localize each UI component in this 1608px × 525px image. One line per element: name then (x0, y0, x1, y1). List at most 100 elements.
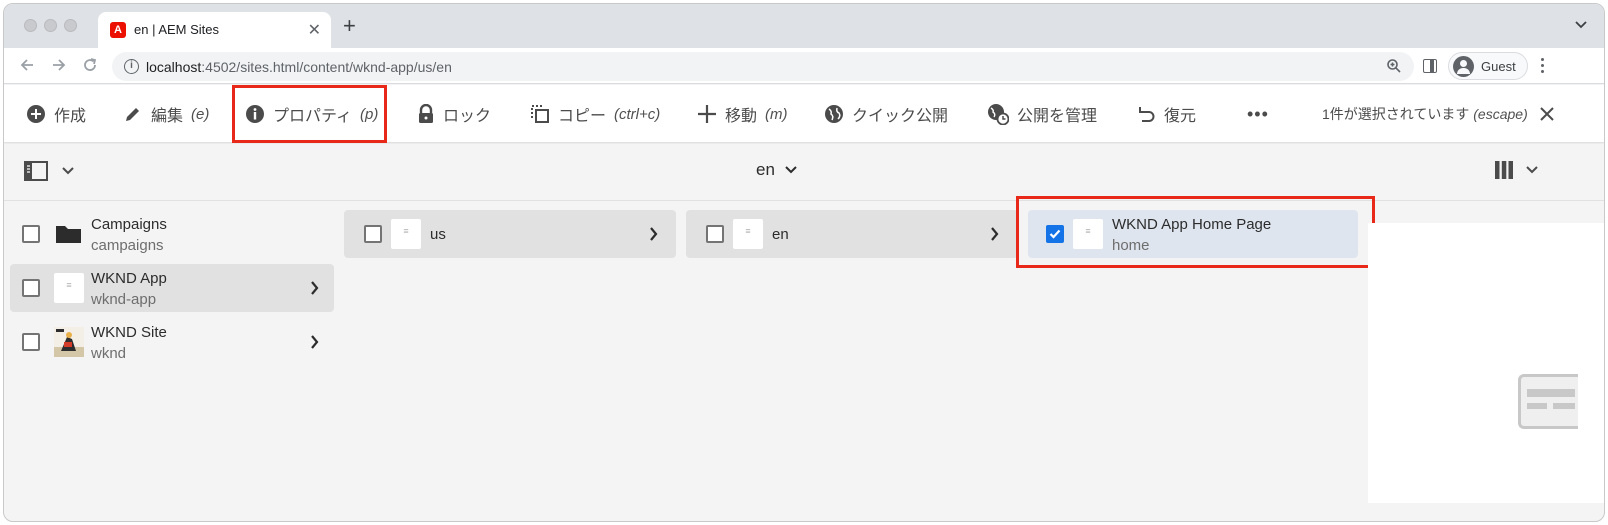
chevron-down-icon (785, 166, 797, 174)
item-title: Campaigns (91, 216, 167, 233)
more-icon: ••• (1247, 103, 1269, 124)
zoom-icon[interactable] (1386, 58, 1402, 74)
reload-icon[interactable] (81, 56, 99, 74)
chevron-right-icon[interactable] (990, 227, 999, 241)
selection-shortcut: (escape) (1473, 106, 1528, 122)
row-checkbox[interactable] (22, 333, 40, 351)
row-checkbox[interactable] (22, 279, 40, 297)
item-title: en (772, 226, 789, 243)
tab-strip: A en | AEM Sites ✕ + (4, 4, 1604, 48)
back-icon[interactable] (18, 56, 36, 74)
list-item-wknd-site[interactable]: WKND Site wknd (10, 318, 334, 366)
site-thumbnail (54, 327, 84, 357)
restore-button[interactable]: 復元 (1136, 85, 1196, 143)
globe-icon (825, 105, 843, 123)
more-actions-button[interactable]: ••• (1247, 85, 1269, 143)
chevron-right-icon[interactable] (310, 335, 319, 349)
item-name: campaigns (91, 237, 164, 254)
window-minimize-dot[interactable] (44, 19, 57, 32)
restore-label: 復元 (1164, 108, 1197, 125)
list-item-en[interactable]: en (686, 210, 1018, 258)
properties-button[interactable]: プロパティ (p) (245, 85, 378, 143)
page-thumbnail (391, 219, 421, 249)
site-info-icon[interactable]: i (124, 59, 139, 74)
properties-label: プロパティ (273, 108, 353, 125)
preview-card-icon (1518, 374, 1578, 429)
selection-status: 1件が選択されています (escape) (1322, 85, 1528, 143)
page-thumbnail (733, 219, 763, 249)
column-view-icon (1495, 161, 1513, 179)
move-shortcut: (m) (765, 105, 788, 123)
pencil-icon (126, 108, 139, 121)
forward-icon[interactable] (50, 56, 68, 74)
close-selection-icon[interactable] (1540, 107, 1554, 121)
selection-count-label: 1件が選択されています (1322, 106, 1470, 122)
browser-menu-icon[interactable] (1541, 58, 1545, 76)
preview-pane (1368, 223, 1604, 503)
card-icon (1527, 389, 1575, 409)
copy-icon (531, 105, 549, 123)
chevron-right-icon[interactable] (649, 227, 658, 241)
quick-publish-button[interactable]: クイック公開 (824, 85, 948, 143)
chevron-down-icon (62, 167, 74, 175)
view-switcher[interactable] (1494, 160, 1538, 180)
item-title: WKND App (91, 270, 167, 287)
item-title: us (430, 226, 446, 243)
tab-search-chevron-icon[interactable] (1574, 17, 1588, 31)
list-item-campaigns[interactable]: Campaigns campaigns (10, 210, 334, 258)
avatar-icon (1453, 56, 1474, 77)
browser-tab[interactable]: A en | AEM Sites ✕ (98, 12, 331, 48)
action-bar: 作成 編集 (e) プロパティ (p) ロック コピー (ctrl+c) 移動 … (4, 85, 1604, 143)
url-text[interactable]: localhost:4502/sites.html/content/wknd-a… (146, 59, 452, 75)
side-rail-icon (24, 161, 48, 181)
edit-shortcut: (e) (191, 105, 210, 123)
edit-button[interactable]: 編集 (e) (123, 85, 209, 143)
row-checkbox[interactable] (706, 225, 724, 243)
info-icon (246, 105, 264, 123)
copy-button[interactable]: コピー (ctrl+c) (530, 85, 660, 143)
chevron-down-icon (1526, 166, 1538, 174)
move-icon (698, 105, 716, 123)
view-title-dropdown[interactable]: en (756, 160, 797, 180)
item-name: wknd-app (91, 291, 157, 308)
window-close-dot[interactable] (24, 19, 37, 32)
home-highlight-box (1016, 196, 1375, 268)
lock-label: ロック (443, 108, 492, 125)
globe-clock-icon (988, 104, 1009, 125)
chevron-right-icon[interactable] (310, 281, 319, 295)
quick-publish-label: クイック公開 (852, 108, 949, 125)
row-checkbox[interactable] (22, 225, 40, 243)
list-item-wknd-app[interactable]: WKND App wknd-app (10, 264, 334, 312)
create-label: 作成 (54, 108, 87, 125)
lock-icon (419, 104, 433, 123)
page-thumbnail (54, 273, 84, 303)
navigation-bar: i localhost:4502/sites.html/content/wknd… (4, 48, 1604, 84)
row-checkbox[interactable] (364, 225, 382, 243)
create-button[interactable]: 作成 (26, 85, 86, 143)
window-zoom-dot[interactable] (64, 19, 77, 32)
rail-toggle-button[interactable] (24, 161, 74, 181)
side-panel-icon[interactable] (1423, 59, 1437, 73)
address-bar[interactable]: i localhost:4502/sites.html/content/wknd… (112, 52, 1414, 81)
add-circle-icon (27, 105, 45, 123)
list-item-us[interactable]: us (344, 210, 676, 258)
item-name: wknd (91, 345, 127, 362)
copy-label: コピー (558, 108, 607, 125)
undo-icon (1139, 107, 1155, 122)
folder-icon (56, 226, 81, 243)
edit-label: 編集 (151, 108, 184, 125)
copy-shortcut: (ctrl+c) (614, 105, 661, 123)
tab-close-icon[interactable]: ✕ (308, 20, 321, 40)
lock-button[interactable]: ロック (417, 85, 491, 143)
view-title: en (756, 160, 775, 179)
move-button[interactable]: 移動 (m) (697, 85, 788, 143)
view-header: en (4, 144, 1604, 201)
profile-button[interactable]: Guest (1448, 52, 1528, 80)
move-label: 移動 (725, 108, 758, 125)
manage-publication-button[interactable]: 公開を管理 (987, 85, 1097, 143)
browser-window: A en | AEM Sites ✕ + i localhost:4502/si… (3, 3, 1605, 522)
manage-publication-label: 公開を管理 (1017, 108, 1098, 125)
new-tab-icon[interactable]: + (343, 15, 356, 37)
adobe-icon: A (110, 22, 126, 38)
item-title: WKND Site (91, 324, 167, 341)
